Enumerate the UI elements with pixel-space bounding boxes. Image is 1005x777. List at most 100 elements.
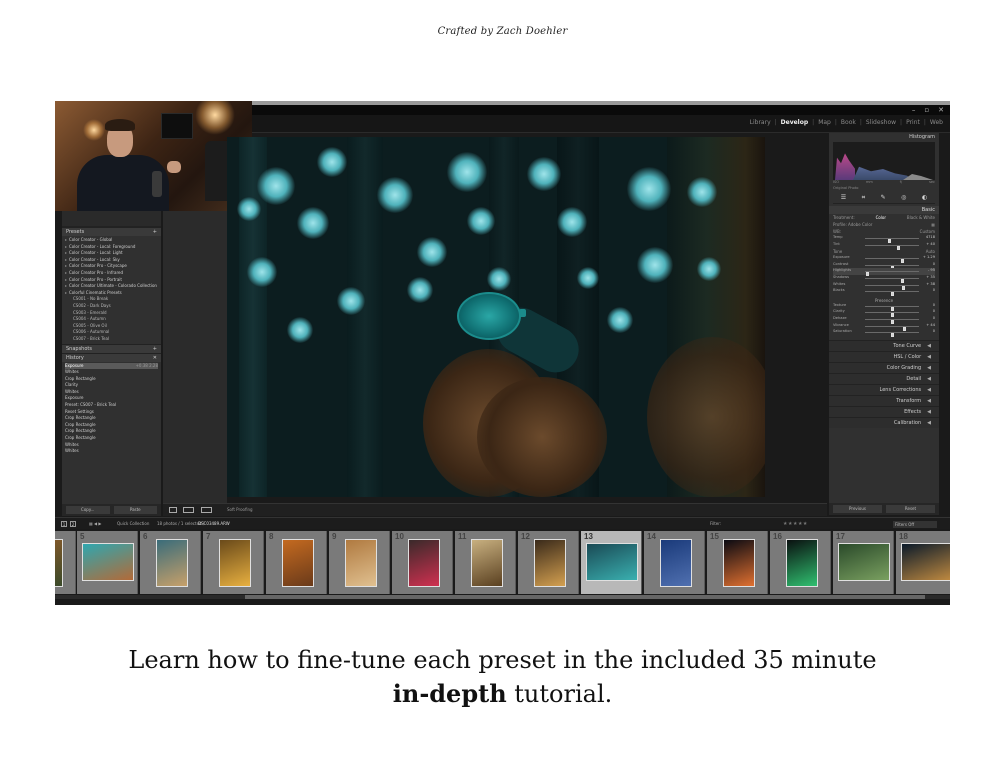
slider-value[interactable]: + 40 <box>926 242 935 246</box>
preset-folder[interactable]: ▸ Color Creator - Local: Foreground <box>65 244 158 251</box>
filmstrip-thumbnail[interactable] <box>786 539 818 587</box>
slider-value[interactable]: 0 <box>933 262 935 266</box>
copy-button[interactable]: Copy... <box>66 506 110 514</box>
filmstrip-cell[interactable]: 18 <box>896 531 950 594</box>
auto-button[interactable]: Auto <box>926 249 935 254</box>
main-photo[interactable] <box>227 137 765 497</box>
panel-effects[interactable]: Effects ◀ <box>829 405 939 417</box>
slider-track[interactable] <box>865 284 919 290</box>
profile-browser-icon[interactable]: ▦ <box>931 222 935 227</box>
filmstrip-cell[interactable]: 12 <box>518 531 579 594</box>
filmstrip-thumbnail[interactable] <box>586 543 638 581</box>
slider-dehaze[interactable]: Dehaze 0 <box>833 316 935 324</box>
slider-value[interactable]: 4718 <box>926 235 935 239</box>
filmstrip-cell[interactable]: 10 <box>392 531 453 594</box>
slider-track[interactable] <box>865 312 919 318</box>
disclosure-triangle-icon[interactable]: ▸ <box>65 244 67 249</box>
filmstrip-thumbnail[interactable] <box>156 539 188 587</box>
disclosure-triangle-icon[interactable]: ▸ <box>65 283 67 288</box>
slider-value[interactable]: 0 <box>933 316 935 320</box>
slider-track[interactable] <box>865 277 919 283</box>
mask-icon[interactable]: ◐ <box>922 194 927 203</box>
slider-shadows[interactable]: Shadows + 35 <box>833 275 935 283</box>
history-step[interactable]: Crop Rectangle <box>65 428 158 435</box>
slider-track[interactable] <box>865 325 919 331</box>
slider-thumb[interactable] <box>891 333 894 338</box>
soft-proofing-label[interactable]: Soft Proofing <box>227 507 253 512</box>
preset-item[interactable]: CS003 - Emerald <box>65 310 158 317</box>
previous-button[interactable]: Previous <box>833 505 882 513</box>
panel-color-grading[interactable]: Color Grading ◀ <box>829 361 939 373</box>
filmstrip-cell[interactable]: 6 <box>140 531 201 594</box>
slider-track[interactable] <box>865 264 919 270</box>
history-step[interactable]: Crop Rectangle <box>65 435 158 442</box>
panel-transform[interactable]: Transform ◀ <box>829 394 939 406</box>
page-2-button[interactable]: 2 <box>70 521 76 527</box>
filmstrip-cell[interactable]: 8 <box>266 531 327 594</box>
slider-saturation[interactable]: Saturation 0 <box>833 329 935 338</box>
slider-tint[interactable]: Tint + 40 <box>833 242 935 250</box>
module-tab-develop[interactable]: Develop <box>780 119 810 126</box>
slider-temp[interactable]: Temp 4718 <box>833 235 935 243</box>
slider-vibrance[interactable]: Vibrance + 44 <box>833 323 935 331</box>
panel-detail[interactable]: Detail ◀ <box>829 372 939 384</box>
slider-track[interactable] <box>865 271 919 277</box>
slider-value[interactable]: 0 <box>933 303 935 307</box>
slider-whites[interactable]: Whites + 38 <box>833 282 935 290</box>
history-step[interactable]: Clarity <box>65 382 158 389</box>
slider-blacks[interactable]: Blacks 0 <box>833 288 935 297</box>
disclosure-triangle-icon[interactable]: ◀ <box>927 376 931 384</box>
preset-folder[interactable]: ▸ Color Creator - Local: Sky <box>65 257 158 264</box>
filmstrip-thumbnail[interactable] <box>723 539 755 587</box>
panel-hsl-color[interactable]: HSL / Color ◀ <box>829 350 939 362</box>
disclosure-triangle-icon[interactable]: ◀ <box>927 409 931 417</box>
crop-icon[interactable]: ⌗ <box>862 194 865 203</box>
page-1-button[interactable]: 1 <box>61 521 67 527</box>
filmstrip-scrollbar[interactable] <box>245 595 925 599</box>
slider-value[interactable]: + 44 <box>926 323 935 327</box>
wb-select[interactable]: Custom <box>920 229 935 234</box>
brush-icon[interactable]: ✎ <box>881 194 886 203</box>
filmstrip-cell[interactable]: 9 <box>329 531 390 594</box>
history-step[interactable]: Preset: CS007 - Brick Teal <box>65 402 158 409</box>
filmstrip-cell[interactable]: 5 <box>77 531 138 594</box>
module-tab-map[interactable]: Map <box>817 119 832 126</box>
treatment-bw[interactable]: Black & White <box>907 215 935 220</box>
preset-folder[interactable]: ▸ Color Creator - Local: Light <box>65 250 158 257</box>
preset-folder[interactable]: ▸ Color Creator Pro - Cityscape <box>65 263 158 270</box>
clear-icon[interactable]: ✕ <box>153 355 157 361</box>
panel-lens-corrections[interactable]: Lens Corrections ◀ <box>829 383 939 395</box>
filmstrip-thumbnail[interactable] <box>82 543 134 581</box>
preset-item[interactable]: CS004 - Autumn <box>65 316 158 323</box>
disclosure-triangle-icon[interactable]: ▸ <box>65 290 67 295</box>
filmstrip-thumbnail[interactable] <box>534 539 566 587</box>
module-tab-book[interactable]: Book <box>840 119 857 126</box>
preset-folder[interactable]: ▸ Color Creator Ultimate - Colorado Colle… <box>65 283 158 290</box>
filmstrip-thumbnail[interactable] <box>901 543 950 581</box>
slider-thumb[interactable] <box>897 245 901 250</box>
slider-value[interactable]: 0 <box>933 329 935 333</box>
sliders-icon[interactable]: ☰ <box>841 194 846 203</box>
preset-folder[interactable]: ▸ Color Creator Pro - Portrait <box>65 277 158 284</box>
preset-folder[interactable]: ▸ Colorful Cinematic Presets <box>65 290 158 297</box>
profile-select[interactable]: Profile: Adobe Color <box>833 222 872 227</box>
preset-item[interactable]: CS006 - Autumnal <box>65 329 158 336</box>
module-tab-print[interactable]: Print <box>905 119 921 126</box>
filter-dropdown[interactable]: Filters Off <box>893 521 937 528</box>
history-step[interactable]: Whites <box>65 389 158 396</box>
preset-folder[interactable]: ▸ Color Creator - Global <box>65 237 158 244</box>
redeye-icon[interactable]: ◎ <box>901 194 906 203</box>
preset-item[interactable]: CS005 - Olive Oil <box>65 323 158 330</box>
disclosure-triangle-icon[interactable]: ▸ <box>65 237 67 242</box>
filmstrip-thumbnail[interactable] <box>219 539 251 587</box>
history-step[interactable]: Crop Rectangle <box>65 376 158 383</box>
module-tab-library[interactable]: Library <box>749 119 772 126</box>
add-icon[interactable]: + <box>153 346 157 352</box>
slider-value[interactable]: + 1.29 <box>923 255 935 259</box>
slider-track[interactable] <box>865 332 919 338</box>
presets-header[interactable]: Presets + <box>62 227 161 236</box>
history-step[interactable]: Whites <box>65 448 158 455</box>
disclosure-triangle-icon[interactable]: ◀ <box>927 365 931 373</box>
slider-track[interactable] <box>865 318 919 324</box>
disclosure-triangle-icon[interactable]: ◀ <box>927 398 931 406</box>
